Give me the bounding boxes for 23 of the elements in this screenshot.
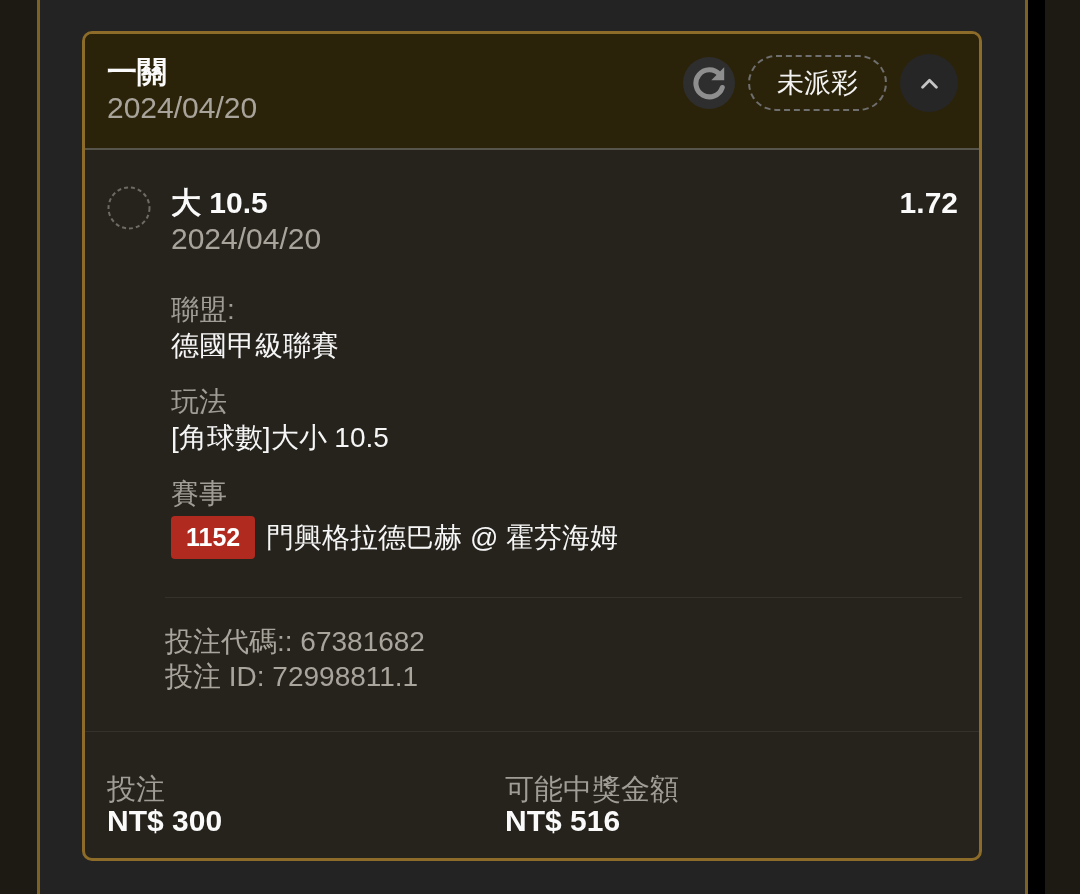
summary-amount: NT$ 300 <box>107 805 223 837</box>
detail-value: [角球數]大小 10.5 <box>171 421 389 455</box>
bet-id-text: 投注 ID: 72998811.1 <box>165 660 419 694</box>
summary-label: 投注 <box>107 773 165 805</box>
dashed-circle-icon <box>107 186 151 230</box>
selection-date: 2024/04/20 <box>171 221 322 257</box>
selection-name: 大 10.5 <box>171 185 268 221</box>
summary-amount: NT$ 516 <box>505 805 621 837</box>
status-pill: 未派彩 <box>748 55 887 111</box>
summary-label: 可能中獎金額 <box>505 773 679 805</box>
refresh-icon <box>691 65 727 101</box>
refresh-button[interactable] <box>683 57 735 109</box>
bet-date: 2024/04/20 <box>107 90 258 126</box>
detail-label: 玩法 <box>171 385 227 419</box>
chevron-up-icon <box>920 77 938 89</box>
match-name: 門興格拉德巴赫 @ 霍芬海姆 <box>266 520 619 555</box>
detail-label: 賽事 <box>171 477 227 511</box>
match-number-badge: 1152 <box>171 516 256 559</box>
detail-value: 德國甲級聯賽 <box>171 329 339 363</box>
bet-code-text: 投注代碼:: 67381682 <box>165 625 425 659</box>
bet-type-title: 一關 <box>107 54 167 90</box>
odds-value: 1.72 <box>899 185 958 221</box>
detail-label: 聯盟: <box>171 293 235 327</box>
